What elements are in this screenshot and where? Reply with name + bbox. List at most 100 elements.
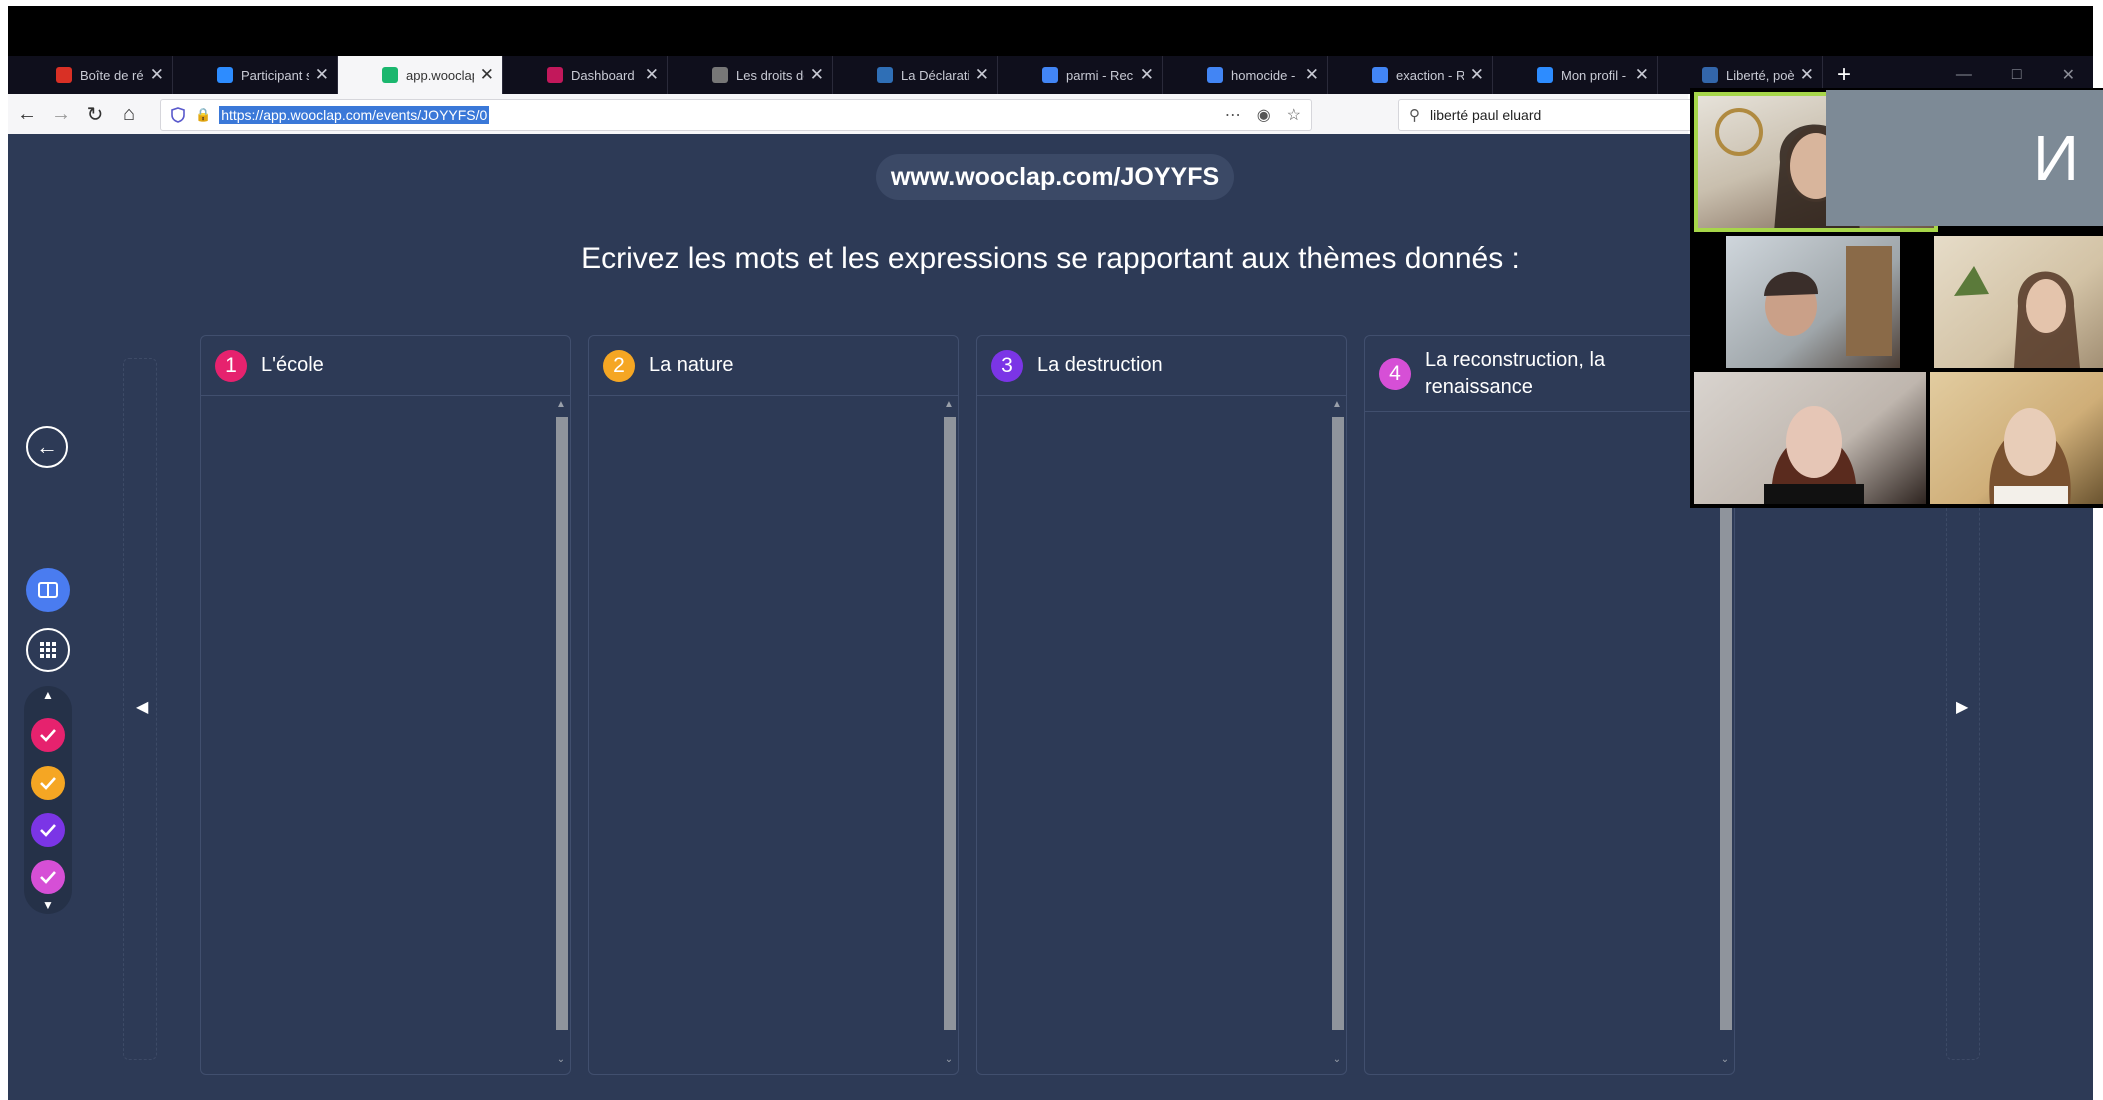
question-check-icon[interactable]	[31, 766, 65, 800]
column-scrollbar[interactable]: ▲⌄	[554, 399, 568, 1070]
browser-tab[interactable]: La Déclaration u ✕	[833, 56, 998, 94]
gmail-icon	[56, 67, 72, 83]
address-bar[interactable]: 🔒 https://app.wooclap.com/events/JOYYFS/…	[160, 99, 1312, 131]
page-actions-icon[interactable]: ⋯	[1225, 105, 1241, 125]
column-header: 4 La reconstruction, la renaissance	[1365, 336, 1734, 412]
column-title: La nature	[649, 354, 734, 376]
question-navigator: ▲ ▼	[24, 686, 72, 914]
browser-tab[interactable]: exaction - Reche ✕	[1328, 56, 1493, 94]
participant-video-tile[interactable]	[1694, 372, 1926, 504]
browser-tab-label: La Déclaration u	[901, 67, 969, 83]
column-scrollbar[interactable]: ▲⌄	[1330, 399, 1344, 1070]
column-number-badge: 3	[991, 349, 1023, 382]
maximize-icon[interactable]: □	[2012, 66, 2022, 84]
browser-tab-label: exaction - Reche	[1396, 67, 1464, 83]
grid-view-icon[interactable]	[26, 628, 70, 672]
browser-tab[interactable]: parmi - Recherch ✕	[998, 56, 1163, 94]
browser-tab[interactable]: Les droits de l'ho ✕	[668, 56, 833, 94]
google-icon	[1042, 67, 1058, 83]
close-tab-icon[interactable]: ✕	[1470, 65, 1484, 85]
column-number-badge: 4	[1379, 357, 1411, 390]
column-header: 1 L'école	[201, 336, 570, 396]
url-text[interactable]: https://app.wooclap.com/events/JOYYFS/0	[219, 106, 490, 124]
close-window-icon[interactable]: ✕	[2062, 65, 2075, 85]
column-reconstruction: 4 La reconstruction, la renaissance ▲⌄	[1364, 335, 1735, 1075]
browser-tab-label: Mon profil - Zoo	[1561, 67, 1629, 83]
browser-nav-bar: ← → ↻ ⌂ 🔒 https://app.wooclap.com/events…	[8, 94, 1700, 135]
column-title: La destruction	[1037, 354, 1163, 376]
forward-arrow-icon[interactable]: →	[46, 99, 76, 129]
browser-tab[interactable]: Participant sortan ✕	[173, 56, 338, 94]
browser-tab-label: app.wooclap.com	[406, 67, 474, 83]
home-icon[interactable]: ⌂	[114, 99, 144, 129]
browser-tab[interactable]: app.wooclap.com ✕	[338, 56, 503, 94]
dashboard-icon	[547, 67, 563, 83]
participant-initial-tile[interactable]: И	[1826, 90, 2103, 226]
zoom-icon	[1537, 67, 1553, 83]
columns-view-icon[interactable]	[26, 568, 70, 612]
browser-tab[interactable]: Boîte de réceptio ✕	[8, 56, 173, 94]
close-tab-icon[interactable]: ✕	[810, 65, 824, 85]
browser-tab[interactable]: homocide - Rech ✕	[1163, 56, 1328, 94]
zoom-icon	[217, 67, 233, 83]
scroll-right-arrow-icon[interactable]: ▶	[1956, 697, 1968, 717]
column-header: 3 La destruction	[977, 336, 1346, 396]
minimize-icon[interactable]: —	[1956, 66, 1972, 84]
search-icon: ⚲	[1409, 107, 1420, 124]
browser-tab-label: Dashboard	[571, 67, 635, 83]
close-tab-icon[interactable]: ✕	[975, 65, 989, 85]
question-check-icon[interactable]	[31, 813, 65, 847]
back-arrow-icon[interactable]: ←	[12, 99, 42, 129]
participant-video-tile[interactable]	[1726, 236, 1900, 368]
column-number-badge: 2	[603, 349, 635, 382]
browser-tab-label: parmi - Recherch	[1066, 67, 1134, 83]
browser-tab-label: homocide - Rech	[1231, 67, 1299, 83]
search-value[interactable]: liberté paul eluard	[1430, 107, 1541, 123]
bookmark-star-icon[interactable]: ☆	[1287, 105, 1301, 125]
browser-tab[interactable]: Dashboard ✕	[503, 56, 668, 94]
browser-tab-label: Participant sortan	[241, 67, 309, 83]
browser-tab-label: Les droits de l'ho	[736, 67, 804, 83]
column-destruction: 3 La destruction ▲ ⌄	[976, 335, 1347, 1075]
question-check-icon[interactable]	[31, 718, 65, 752]
reload-icon[interactable]: ↻	[80, 99, 110, 129]
column-scrollbar[interactable]: ▲⌄	[942, 399, 956, 1070]
shield-icon	[171, 107, 185, 123]
document-icon	[877, 67, 893, 83]
top-black-bar	[8, 6, 2093, 56]
close-tab-icon[interactable]: ✕	[150, 65, 164, 85]
participant-video-tile[interactable]	[1934, 236, 2103, 368]
page-icon	[1702, 67, 1718, 83]
chevron-up-icon[interactable]: ▲	[24, 688, 72, 702]
back-circle-icon[interactable]: ←	[26, 426, 68, 468]
lock-icon: 🔒	[195, 107, 212, 122]
pocket-icon[interactable]: ◉	[1257, 105, 1271, 125]
browser-tab-label: Liberté, poème d	[1726, 67, 1794, 83]
close-tab-icon[interactable]: ✕	[1140, 65, 1154, 85]
chevron-down-icon[interactable]: ▼	[24, 898, 72, 912]
column-header: 2 La nature	[589, 336, 958, 396]
column-title: La reconstruction, la renaissance	[1425, 348, 1606, 398]
browser-tab[interactable]: Mon profil - Zoo ✕	[1493, 56, 1658, 94]
scales-icon	[712, 67, 728, 83]
scroll-left-arrow-icon[interactable]: ◀	[136, 697, 148, 717]
google-icon	[1372, 67, 1388, 83]
column-ecole: 1 L'école ▲ ⌄	[200, 335, 571, 1075]
close-tab-icon[interactable]: ✕	[645, 65, 659, 85]
wooclap-icon	[382, 67, 398, 83]
column-title: L'école	[261, 354, 324, 376]
new-tab-button[interactable]: +	[1837, 61, 1851, 89]
column-nature: 2 La nature ▲ ⌄	[588, 335, 959, 1075]
google-icon	[1207, 67, 1223, 83]
search-field[interactable]: ⚲ liberté paul eluard	[1398, 99, 1700, 131]
close-tab-icon[interactable]: ✕	[480, 65, 494, 85]
event-url-pill: www.wooclap.com/JOYYFS	[876, 154, 1234, 200]
column-number-badge: 1	[215, 349, 247, 382]
browser-tab-label: Boîte de réceptio	[80, 67, 144, 83]
close-tab-icon[interactable]: ✕	[315, 65, 329, 85]
close-tab-icon[interactable]: ✕	[1305, 65, 1319, 85]
participant-video-tile[interactable]	[1930, 372, 2103, 504]
close-tab-icon[interactable]: ✕	[1635, 65, 1649, 85]
close-tab-icon[interactable]: ✕	[1800, 65, 1814, 85]
question-check-icon[interactable]	[31, 860, 65, 894]
